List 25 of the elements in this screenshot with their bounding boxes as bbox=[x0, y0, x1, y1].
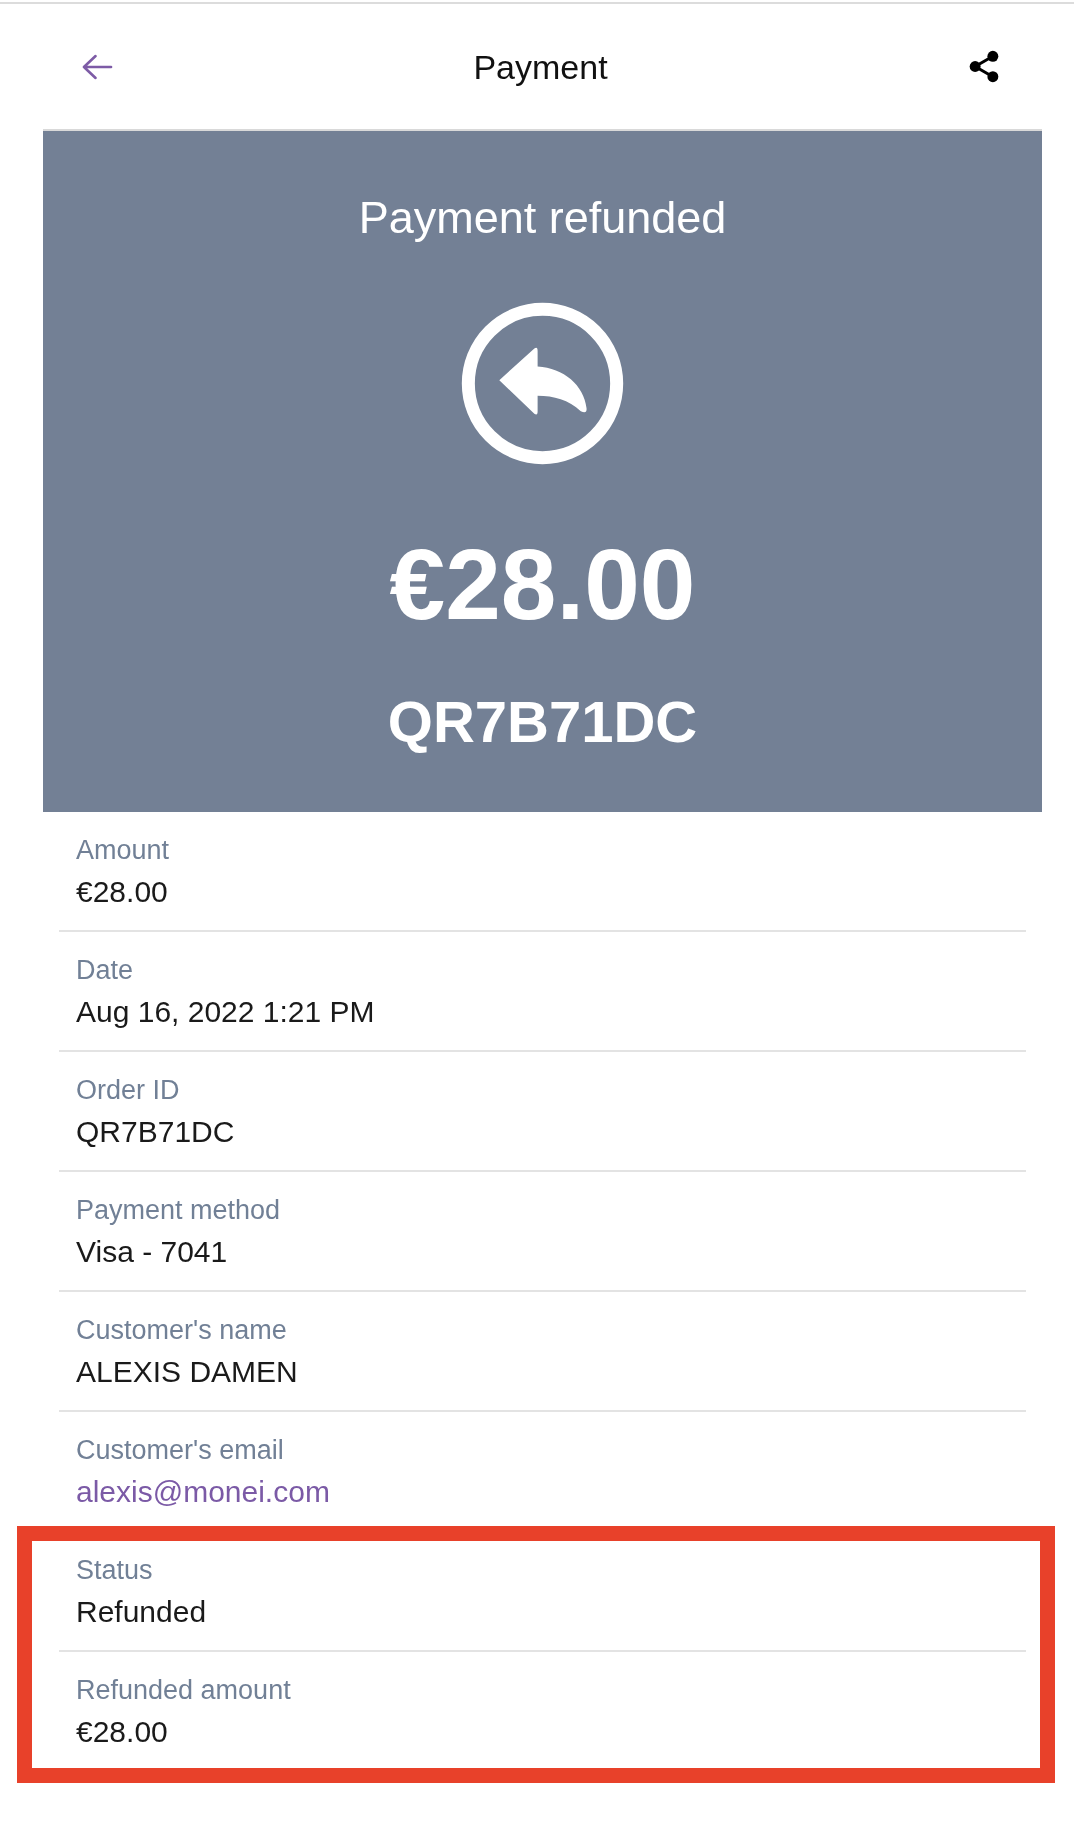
back-button[interactable] bbox=[82, 53, 113, 80]
detail-label: Payment method bbox=[76, 1194, 281, 1226]
email-link[interactable]: alexis@monei.com bbox=[76, 1473, 330, 1511]
detail-value: Visa - 7041 bbox=[76, 1234, 228, 1270]
status-title: Payment refunded bbox=[358, 191, 727, 245]
share-icon bbox=[969, 50, 999, 83]
payment-amount: €28.00 bbox=[389, 529, 696, 639]
detail-label: Customer's email bbox=[76, 1434, 284, 1466]
detail-label: Date bbox=[76, 954, 134, 986]
detail-value: €28.00 bbox=[76, 1714, 168, 1750]
arrow-left-icon bbox=[82, 53, 113, 80]
order-reference: QR7B71DC bbox=[387, 688, 698, 756]
page-title: Payment bbox=[473, 46, 608, 87]
detail-label: Customer's name bbox=[76, 1314, 287, 1346]
detail-value: €28.00 bbox=[76, 874, 168, 910]
reply-arrow-circle-icon bbox=[461, 302, 624, 465]
share-button[interactable] bbox=[969, 50, 999, 83]
detail-label: Order ID bbox=[76, 1074, 180, 1106]
detail-value: Refunded bbox=[76, 1594, 207, 1630]
detail-value: ALEXIS DAMEN bbox=[76, 1354, 298, 1390]
detail-label: Status bbox=[76, 1554, 153, 1586]
detail-label: Refunded amount bbox=[76, 1674, 291, 1706]
detail-value: QR7B71DC bbox=[76, 1114, 235, 1150]
detail-label: Amount bbox=[76, 834, 170, 866]
detail-value: Aug 16, 2022 1:21 PM bbox=[76, 994, 375, 1030]
